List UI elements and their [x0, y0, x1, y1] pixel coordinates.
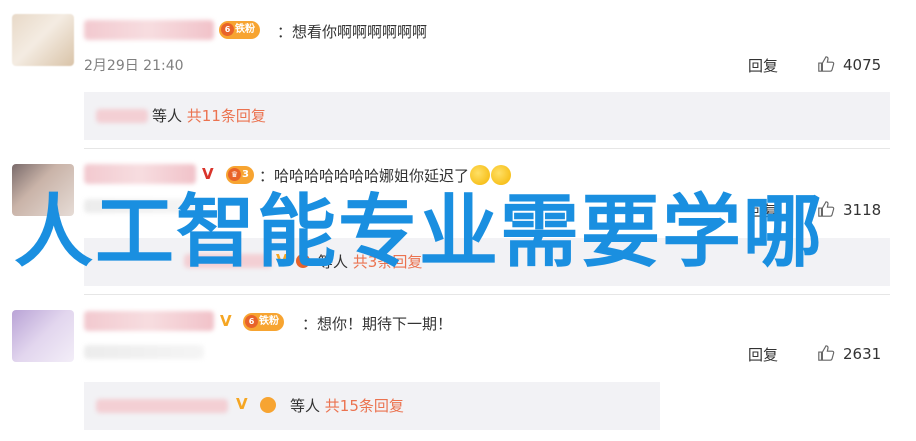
view-replies-link[interactable]: 共11条回复 [187, 107, 266, 125]
reply-button[interactable]: 回复 [748, 344, 778, 365]
fan-crown-icon: 6 [221, 23, 234, 36]
vip-v-icon: V [202, 165, 214, 183]
fan-crown-icon [260, 397, 276, 413]
reply-user [96, 399, 228, 413]
username[interactable] [84, 20, 214, 40]
like-button[interactable]: 3118 [817, 200, 881, 219]
fan-badge[interactable]: ♛ 3 [226, 166, 254, 184]
comment-text: ：想你！期待下一期！ [302, 315, 453, 333]
view-replies-link[interactable]: 共15条回复 [325, 397, 404, 415]
comment-text: ：想看你啊啊啊啊啊啊 [277, 23, 428, 41]
like-button[interactable]: 4075 [817, 55, 881, 74]
divider [84, 148, 890, 149]
fan-badge[interactable]: 6 铁粉 [219, 21, 260, 39]
comment-text: ：哈哈哈哈哈哈哈娜姐你延迟了 [259, 165, 512, 186]
reply-button[interactable]: 回复 [748, 55, 778, 76]
vip-v-icon: V [220, 312, 232, 330]
comment-time: 2月29日 21:40 [84, 58, 184, 74]
thumbs-up-icon [818, 56, 835, 72]
laughing-emoji-icon [470, 165, 491, 185]
reply-prefix: 等人 [152, 107, 183, 125]
reply-summary: V 等人 共15条回复 [84, 382, 660, 430]
overlay-title: 人工智能专业需要学哪 [14, 186, 824, 278]
fan-crown-icon: ♛ [228, 168, 241, 181]
fan-crown-icon: 6 [245, 315, 258, 328]
username[interactable] [84, 164, 196, 184]
reply-user [96, 109, 148, 123]
like-button[interactable]: 2631 [817, 344, 881, 363]
reply-prefix: 等人 [290, 397, 321, 415]
avatar[interactable] [12, 14, 74, 66]
thumbs-up-icon [818, 345, 835, 361]
avatar[interactable] [12, 310, 74, 362]
laughing-emoji-icon [491, 165, 512, 185]
vip-v-icon: V [236, 395, 248, 413]
reply-summary: 等人 共11条回复 [84, 92, 890, 140]
comment-time [84, 345, 204, 359]
divider [84, 294, 890, 295]
like-count: 2631 [843, 345, 882, 363]
username[interactable] [84, 311, 214, 331]
like-count: 3118 [843, 201, 882, 219]
like-count: 4075 [843, 56, 882, 74]
fan-badge[interactable]: 6 铁粉 [243, 313, 284, 331]
